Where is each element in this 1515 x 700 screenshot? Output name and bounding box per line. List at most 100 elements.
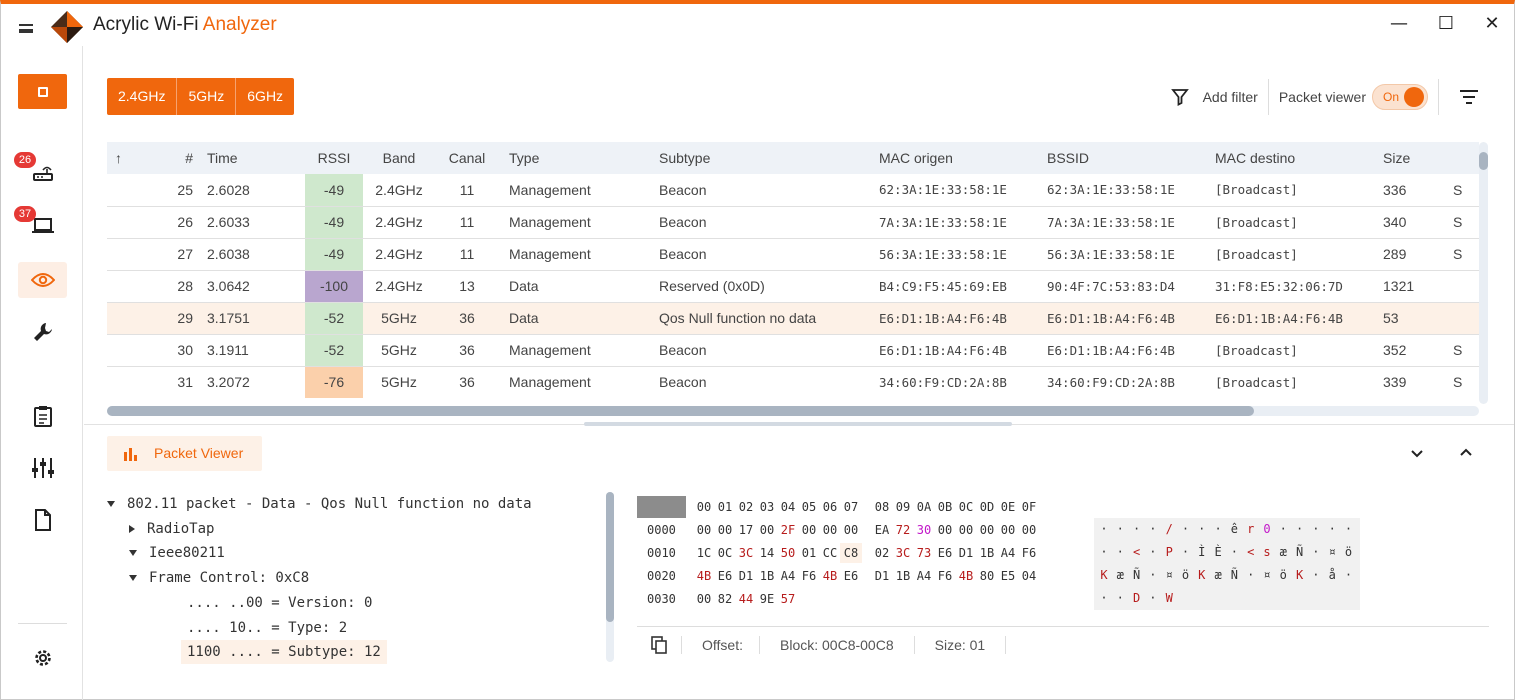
column-options-icon[interactable] bbox=[1459, 90, 1479, 104]
table-row[interactable]: 28 3.0642 -100 2.4GHz 13 Data Reserved (0x0D) B… bbox=[107, 270, 1479, 303]
hex-byte[interactable]: 30 bbox=[913, 520, 935, 540]
tree-scroll-thumb[interactable] bbox=[606, 492, 614, 622]
sidebar-item-packet-viewer[interactable] bbox=[18, 262, 67, 298]
hex-byte[interactable]: A4 bbox=[997, 543, 1019, 563]
hamburger-menu-icon[interactable] bbox=[19, 24, 33, 33]
ascii-char[interactable]: < bbox=[1243, 541, 1259, 564]
table-vertical-scrollbar[interactable] bbox=[1479, 142, 1488, 404]
ascii-char[interactable]: < bbox=[1129, 541, 1145, 564]
tree-node[interactable]: .... 10.. = Type: 2 bbox=[187, 616, 347, 640]
ascii-char[interactable]: æ bbox=[1112, 564, 1128, 587]
table-row[interactable]: 25 2.6028 -49 2.4GHz 11 Management Beacon 62:3A… bbox=[107, 174, 1479, 207]
ascii-char[interactable]: · bbox=[1145, 587, 1161, 610]
ascii-char[interactable]: Ñ bbox=[1129, 564, 1145, 587]
hex-byte[interactable]: 3C bbox=[892, 543, 914, 563]
copy-icon[interactable] bbox=[651, 635, 667, 654]
column-header-bssid[interactable]: BSSID bbox=[1047, 142, 1215, 174]
ascii-char[interactable]: 0 bbox=[1259, 518, 1275, 541]
ascii-char[interactable]: K bbox=[1194, 564, 1210, 587]
hex-byte[interactable]: CC bbox=[819, 543, 841, 563]
sidebar-item-access-points[interactable]: 26 bbox=[14, 152, 67, 190]
maximize-button[interactable]: ☐ bbox=[1431, 10, 1461, 38]
hex-byte[interactable]: 4B bbox=[955, 566, 977, 586]
hex-byte[interactable]: 04 bbox=[1018, 566, 1040, 586]
sidebar-item-stations[interactable]: 37 bbox=[14, 206, 67, 244]
ascii-char[interactable]: D bbox=[1129, 587, 1145, 610]
column-header-overflow[interactable] bbox=[1453, 142, 1479, 174]
ascii-char[interactable]: · bbox=[1226, 541, 1242, 564]
hex-byte[interactable]: F6 bbox=[798, 566, 820, 586]
ascii-char[interactable]: K bbox=[1292, 564, 1308, 587]
ascii-char[interactable]: r bbox=[1243, 518, 1259, 541]
column-header-mac-origen[interactable]: MAC origen bbox=[879, 142, 1047, 174]
hex-byte[interactable]: EA bbox=[871, 520, 893, 540]
hex-byte[interactable]: D1 bbox=[735, 566, 757, 586]
ascii-char[interactable]: / bbox=[1161, 518, 1177, 541]
hex-byte[interactable]: E5 bbox=[997, 566, 1019, 586]
ascii-char[interactable]: · bbox=[1145, 541, 1161, 564]
hex-byte[interactable]: 4B bbox=[693, 566, 715, 586]
band-5ghz-button[interactable]: 5GHz bbox=[177, 78, 237, 115]
hex-byte[interactable]: 1B bbox=[892, 566, 914, 586]
hex-byte[interactable]: F6 bbox=[934, 566, 956, 586]
hex-byte[interactable]: 1B bbox=[976, 543, 998, 563]
stop-capture-button[interactable] bbox=[18, 74, 67, 109]
chevron-up-icon[interactable] bbox=[1454, 441, 1478, 465]
expanded-arrow-icon[interactable] bbox=[129, 550, 137, 557]
column-header-subtype[interactable]: Subtype bbox=[649, 142, 879, 174]
sort-arrow-icon[interactable]: ↑ bbox=[107, 142, 153, 174]
ascii-char[interactable]: Ñ bbox=[1226, 564, 1242, 587]
column-header-mac-destino[interactable]: MAC destino bbox=[1215, 142, 1383, 174]
sidebar-item-reports[interactable] bbox=[18, 398, 67, 434]
ascii-char[interactable]: · bbox=[1112, 518, 1128, 541]
ascii-char[interactable]: ¤ bbox=[1259, 564, 1275, 587]
ascii-char[interactable]: · bbox=[1341, 518, 1357, 541]
hex-byte[interactable]: 1C bbox=[693, 543, 715, 563]
column-header-type[interactable]: Type bbox=[499, 142, 649, 174]
ascii-char[interactable]: · bbox=[1308, 564, 1324, 587]
sidebar-item-settings[interactable] bbox=[18, 640, 67, 676]
collapsed-arrow-icon[interactable] bbox=[129, 524, 135, 533]
ascii-char[interactable]: æ bbox=[1275, 541, 1291, 564]
hex-byte[interactable]: C8 bbox=[840, 543, 862, 563]
expanded-arrow-icon[interactable] bbox=[129, 575, 137, 582]
hex-byte[interactable]: 01 bbox=[798, 543, 820, 563]
hex-byte[interactable]: 00 bbox=[714, 520, 736, 540]
column-header-number[interactable]: # bbox=[153, 142, 193, 174]
vertical-scroll-thumb[interactable] bbox=[1479, 152, 1488, 170]
hex-byte[interactable]: E6 bbox=[840, 566, 862, 586]
hex-byte[interactable]: 80 bbox=[976, 566, 998, 586]
ascii-char[interactable]: · bbox=[1341, 564, 1357, 587]
minimize-button[interactable]: — bbox=[1384, 10, 1414, 38]
hex-byte[interactable]: 00 bbox=[934, 520, 956, 540]
hex-byte[interactable]: A4 bbox=[777, 566, 799, 586]
tree-scrollbar[interactable] bbox=[606, 492, 614, 662]
hex-byte[interactable]: 44 bbox=[735, 589, 757, 609]
column-header-band[interactable]: Band bbox=[363, 142, 435, 174]
hex-byte[interactable]: 3C bbox=[735, 543, 757, 563]
ascii-char[interactable]: · bbox=[1129, 518, 1145, 541]
table-row[interactable]: 29 3.1751 -52 5GHz 36 Data Qos Null function n… bbox=[107, 302, 1479, 335]
ascii-char[interactable]: · bbox=[1308, 518, 1324, 541]
expanded-arrow-icon[interactable] bbox=[107, 501, 115, 507]
ascii-char[interactable]: s bbox=[1259, 541, 1275, 564]
ascii-char[interactable]: W bbox=[1161, 587, 1177, 610]
hex-byte[interactable]: E6 bbox=[934, 543, 956, 563]
hex-byte[interactable]: 17 bbox=[735, 520, 757, 540]
hex-byte[interactable]: 82 bbox=[714, 589, 736, 609]
ascii-char[interactable]: · bbox=[1194, 518, 1210, 541]
band-6ghz-button[interactable]: 6GHz bbox=[236, 78, 295, 115]
hex-byte[interactable]: 72 bbox=[892, 520, 914, 540]
ascii-char[interactable]: · bbox=[1145, 518, 1161, 541]
hex-byte[interactable]: 57 bbox=[777, 589, 799, 609]
sidebar-item-equalizer[interactable] bbox=[18, 450, 67, 486]
hex-byte[interactable]: 2F bbox=[777, 520, 799, 540]
hex-byte[interactable]: 4B bbox=[819, 566, 841, 586]
tree-node[interactable]: 802.11 packet - Data - Qos Null function… bbox=[107, 492, 532, 516]
chevron-down-icon[interactable] bbox=[1405, 441, 1429, 465]
hex-byte[interactable]: D1 bbox=[871, 566, 893, 586]
sidebar-item-tools[interactable] bbox=[18, 314, 67, 350]
ascii-char[interactable]: P bbox=[1161, 541, 1177, 564]
close-button[interactable]: ✕ bbox=[1477, 10, 1507, 38]
hex-byte[interactable]: 00 bbox=[955, 520, 977, 540]
